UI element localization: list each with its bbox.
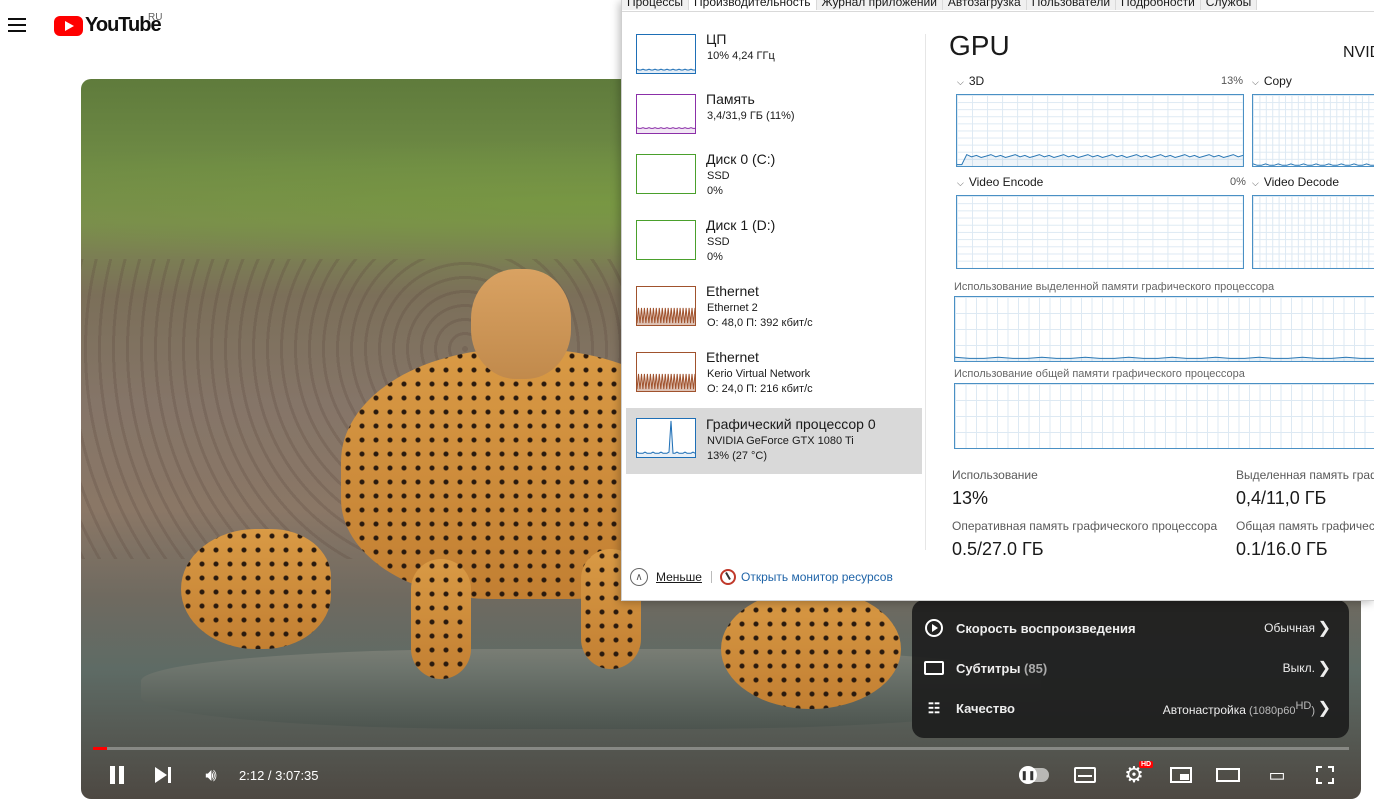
sidebar-item-memory[interactable]: Память 3,4/31,9 ГБ (11%) [626,88,922,154]
chevron-down-icon: ⌵ [957,77,964,87]
resource-monitor-icon [720,569,736,585]
player-controls: 🔊︎ 2:12 / 3:07:35 ❚❚ ⚙︎ HD ▭ [81,751,1361,799]
settings-menu: Скорость воспроизведения Обычная ❯ Субти… [912,600,1349,738]
stat-usage-label: Использование [952,468,1038,482]
engine-copy-label[interactable]: ⌵ Copy [1252,74,1292,88]
gpu-thumbnail-graph [636,418,696,458]
sidebar-item-disk-1[interactable]: Диск 1 (D:) SSD 0% [626,214,922,280]
chevron-right-icon: ❯ [1317,620,1331,637]
subtitles-button[interactable] [1073,761,1097,789]
stat-gpu-ram-value: 0,5/27,0 ГБ [952,539,1044,555]
fewer-details-link[interactable]: Меньше [656,570,702,584]
sidebar-item-ethernet-2[interactable]: Ethernet Ethernet 2 О: 48,0 П: 392 кбит/… [626,280,922,346]
subtitles-icon [924,658,944,678]
tab-processes[interactable]: Процессы [622,0,690,10]
gpu-name: NVID [1343,44,1374,61]
engine-video-encode-label[interactable]: ⌵ Video Encode [957,175,1043,189]
chevron-up-icon[interactable]: ∧ [630,568,648,586]
settings-quality[interactable]: ☷ Качество Автонастройка (1080p60HD) ❯ [912,688,1349,728]
ethernet-kerio-thumbnail-graph [636,352,696,392]
stat-shared-value: 0,1/16,0 ГБ [1236,539,1328,555]
gpu-title: GPU [949,30,1010,61]
next-icon[interactable] [151,761,175,789]
performance-sidebar: ЦП 10% 4,24 ГГц Память 3,4/31,9 ГБ (11%)… [626,28,922,548]
youtube-logo[interactable]: YouTube RU [54,12,163,37]
engine-copy-graph [1252,94,1374,167]
youtube-play-icon [54,15,83,36]
tab-performance[interactable]: Производительность [689,0,817,10]
engine-video-decode-label[interactable]: ⌵ Video Decode [1252,175,1339,189]
stat-dedicated-label: Выделенная память граф [1236,468,1374,482]
shared-memory-label: Использование общей памяти графического … [954,368,1245,380]
progress-fill [93,747,108,750]
theater-mode-icon[interactable] [1215,761,1241,789]
stat-gpu-ram-label: Оперативная память графического процессо… [952,519,1218,533]
task-manager-window: Процессы Производительность Журнал прило… [621,0,1374,601]
hd-badge: HD [1139,761,1154,768]
settings-speed[interactable]: Скорость воспроизведения Обычная ❯ [912,608,1349,648]
cpu-thumbnail-graph [636,34,696,74]
chevron-down-icon: ⌵ [1252,178,1259,188]
sidebar-item-gpu-0[interactable]: Графический процессор 0 NVIDIA GeForce G… [626,408,922,474]
miniplayer-icon[interactable] [1169,761,1193,789]
playback-speed-icon [924,618,944,638]
engine-video-encode-graph [956,195,1244,269]
video-progress-bar[interactable] [93,747,1349,750]
engine-video-encode-percent: 0% [1230,176,1246,188]
volume-icon[interactable]: 🔊︎ [199,761,223,789]
chevron-right-icon: ❯ [1317,700,1331,717]
chevron-down-icon: ⌵ [957,178,964,188]
engine-3d-label[interactable]: ⌵ 3D [957,74,984,88]
ethernet2-thumbnail-graph [636,286,696,326]
autoplay-toggle[interactable]: ❚❚ [1017,761,1051,789]
settings-subtitles[interactable]: Субтитры (85) Выкл. ❯ [912,648,1349,688]
chevron-right-icon: ❯ [1317,660,1331,677]
cast-icon[interactable]: ▭ [1265,761,1289,789]
disk1-thumbnail-graph [636,220,696,260]
memory-thumbnail-graph [636,94,696,134]
chevron-down-icon: ⌵ [1252,77,1259,87]
engine-3d-graph [956,94,1244,167]
stat-usage-value: 13% [952,488,989,508]
open-resource-monitor-link[interactable]: Открыть монитор ресурсов [741,570,893,584]
engine-3d-percent: 13% [1221,75,1244,87]
engine-video-decode-graph [1252,195,1374,269]
disk0-thumbnail-graph [636,154,696,194]
tab-app-history[interactable]: Журнал приложений [816,0,943,10]
screen: YouTube RU Скорость воспроизведения Обыч… [0,0,1374,812]
sidebar-item-disk-0[interactable]: Диск 0 (C:) SSD 0% [626,148,922,214]
quality-sliders-icon: ☷ [927,699,941,716]
time-display: 2:12 / 3:07:35 [239,767,319,783]
task-manager-tabs: Процессы Производительность Журнал прило… [622,0,1374,12]
stat-shared-label: Общая память графическ [1236,519,1374,533]
fullscreen-icon[interactable] [1313,761,1337,789]
dedicated-memory-label: Использование выделенной памяти графичес… [954,281,1275,293]
tab-details[interactable]: Подробности [1116,0,1201,10]
sidebar-item-cpu[interactable]: ЦП 10% 4,24 ГГц [626,28,922,94]
tab-users[interactable]: Пользователи [1026,0,1117,10]
shared-memory-graph [954,383,1374,449]
stat-dedicated-value: 0,4/11,0 ГБ [1236,488,1327,508]
dedicated-memory-graph [954,296,1374,362]
sidebar-item-ethernet-kerio[interactable]: Ethernet Kerio Virtual Network О: 24,0 П… [626,346,922,412]
menu-icon[interactable] [8,18,28,36]
tab-services[interactable]: Службы [1200,0,1258,10]
youtube-region: RU [148,12,163,23]
tab-startup[interactable]: Автозагрузка [942,0,1027,10]
pause-icon[interactable] [107,761,127,789]
task-manager-footer: ∧ Меньше Открыть монитор ресурсов [622,564,1374,590]
